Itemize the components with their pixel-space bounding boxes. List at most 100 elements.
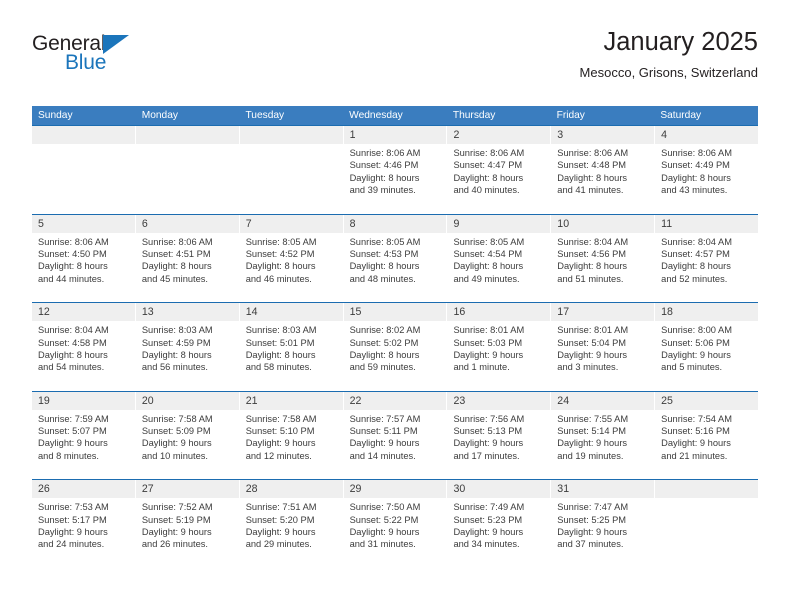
daylight-text-line2: and 56 minutes.	[141, 362, 209, 373]
daylight-text-line2: and 45 minutes.	[141, 273, 209, 284]
weekday-header-sunday: Sunday	[38, 110, 73, 121]
sunset-text: Sunset: 5:17 PM	[38, 514, 107, 525]
day-number: 30	[447, 480, 551, 499]
daylight-text-line2: and 52 minutes.	[661, 273, 728, 284]
page-header: General Blue January 2025 Mesocco, Griso…	[32, 28, 758, 98]
sunset-text: Sunset: 4:46 PM	[349, 160, 419, 171]
day-cell[interactable]: 9 Sunrise: 8:05 AM Sunset: 4:54 PM Daylight…	[447, 214, 552, 303]
day-details: Sunrise: 7:58 AM Sunset: 5:10 PM Daylight:…	[240, 410, 343, 462]
day-details: Sunrise: 8:05 AM Sunset: 4:52 PM Daylight:…	[240, 233, 343, 285]
sunrise-text: Sunrise: 7:59 AM	[38, 413, 109, 424]
day-cell[interactable]	[239, 126, 344, 214]
daylight-text-line1: Daylight: 9 hours	[141, 527, 212, 538]
daylight-text-line1: Daylight: 8 hours	[245, 261, 316, 272]
day-cell[interactable]: 16 Sunrise: 8:01 AM Sunset: 5:03 PM Dayligh…	[447, 303, 552, 391]
day-details: Sunrise: 7:49 AM Sunset: 5:23 PM Daylight:…	[447, 498, 550, 550]
day-cell[interactable]: 20 Sunrise: 7:58 AM Sunset: 5:09 PM Dayligh…	[135, 391, 240, 480]
day-cell[interactable]	[32, 126, 136, 214]
daylight-text-line2: and 41 minutes.	[557, 185, 624, 196]
day-number: 20	[135, 391, 239, 410]
day-cell[interactable]: 30 Sunrise: 7:49 AM Sunset: 5:23 PM Dayligh…	[447, 480, 552, 568]
sunset-text: Sunset: 5:16 PM	[661, 426, 730, 437]
daylight-text-line1: Daylight: 9 hours	[245, 527, 316, 538]
day-cell[interactable]: 19 Sunrise: 7:59 AM Sunset: 5:07 PM Dayligh…	[32, 391, 136, 480]
daylight-text-line2: and 54 minutes.	[38, 362, 105, 373]
sunset-text: Sunset: 5:13 PM	[453, 426, 523, 437]
sunrise-text: Sunrise: 7:50 AM	[349, 502, 421, 513]
sunrise-text: Sunrise: 8:06 AM	[453, 148, 525, 158]
daylight-text-line1: Daylight: 9 hours	[557, 349, 628, 360]
sunset-text: Sunset: 4:51 PM	[141, 248, 211, 259]
daylight-text-line1: Daylight: 9 hours	[38, 527, 108, 538]
daylight-text-line1: Daylight: 9 hours	[453, 438, 524, 449]
day-cell[interactable]: 11 Sunrise: 8:04 AM Sunset: 4:57 PM Dayligh…	[655, 214, 759, 303]
day-cell[interactable]: 7 Sunrise: 8:05 AM Sunset: 4:52 PM Daylight…	[239, 214, 344, 303]
day-details: Sunrise: 7:47 AM Sunset: 5:25 PM Daylight:…	[551, 498, 654, 550]
day-cell[interactable]: 29 Sunrise: 7:50 AM Sunset: 5:22 PM Dayligh…	[343, 480, 448, 568]
day-cell[interactable]: 24 Sunrise: 7:55 AM Sunset: 5:14 PM Dayligh…	[551, 391, 656, 480]
daylight-text-line1: Daylight: 9 hours	[453, 349, 524, 360]
day-cell[interactable]: 27 Sunrise: 7:52 AM Sunset: 5:19 PM Dayligh…	[135, 480, 240, 568]
sunrise-text: Sunrise: 7:53 AM	[38, 502, 109, 513]
day-number: 6	[135, 214, 239, 233]
day-cell[interactable]: 22 Sunrise: 7:57 AM Sunset: 5:11 PM Dayligh…	[343, 391, 448, 480]
day-cell[interactable]	[135, 126, 240, 214]
daylight-text-line1: Daylight: 8 hours	[38, 261, 108, 272]
daylight-text-line2: and 19 minutes.	[557, 450, 624, 461]
day-number: 27	[135, 480, 239, 499]
day-cell[interactable]: 6 Sunrise: 8:06 AM Sunset: 4:51 PM Daylight…	[135, 214, 240, 303]
day-cell[interactable]: 21 Sunrise: 7:58 AM Sunset: 5:10 PM Dayligh…	[239, 391, 344, 480]
day-number	[655, 480, 759, 499]
day-number	[135, 126, 239, 144]
page-subtitle: Mesocco, Grisons, Switzerland	[579, 65, 758, 81]
day-cell[interactable]	[655, 480, 759, 568]
sunset-text: Sunset: 4:50 PM	[38, 248, 107, 259]
day-cell[interactable]: 12 Sunrise: 8:04 AM Sunset: 4:58 PM Dayligh…	[32, 303, 136, 391]
day-cell[interactable]: 4 Sunrise: 8:06 AM Sunset: 4:49 PM Daylight…	[655, 126, 759, 214]
daylight-text-line1: Daylight: 8 hours	[141, 349, 212, 360]
day-cell[interactable]: 1 Sunrise: 8:06 AM Sunset: 4:46 PM Daylight…	[343, 126, 448, 214]
sunrise-text: Sunrise: 7:55 AM	[557, 413, 629, 424]
day-cell[interactable]: 8 Sunrise: 8:05 AM Sunset: 4:53 PM Daylight…	[343, 214, 448, 303]
day-cell[interactable]: 31 Sunrise: 7:47 AM Sunset: 5:25 PM Dayligh…	[551, 480, 656, 568]
daylight-text-line2: and 3 minutes.	[557, 362, 619, 373]
day-cell[interactable]: 17 Sunrise: 8:01 AM Sunset: 5:04 PM Dayligh…	[551, 303, 656, 391]
day-cell[interactable]: 5 Sunrise: 8:06 AM Sunset: 4:50 PM Daylight…	[32, 214, 136, 303]
day-number: 4	[655, 126, 759, 144]
daylight-text-line2: and 31 minutes.	[349, 539, 416, 550]
sunset-text: Sunset: 5:14 PM	[557, 426, 627, 437]
day-cell[interactable]: 18 Sunrise: 8:00 AM Sunset: 5:06 PM Dayligh…	[655, 303, 759, 391]
daylight-text-line1: Daylight: 9 hours	[349, 527, 420, 538]
day-cell[interactable]: 23 Sunrise: 7:56 AM Sunset: 5:13 PM Dayligh…	[447, 391, 552, 480]
day-cell[interactable]: 13 Sunrise: 8:03 AM Sunset: 4:59 PM Dayligh…	[135, 303, 240, 391]
sunrise-text: Sunrise: 7:49 AM	[453, 502, 525, 513]
daylight-text-line2: and 49 minutes.	[453, 273, 520, 284]
day-number: 23	[447, 391, 551, 410]
day-number: 24	[551, 391, 655, 410]
daylight-text-line1: Daylight: 9 hours	[38, 438, 108, 449]
day-cell[interactable]: 14 Sunrise: 8:03 AM Sunset: 5:01 PM Dayligh…	[239, 303, 344, 391]
day-number: 18	[655, 303, 759, 322]
day-cell[interactable]: 28 Sunrise: 7:51 AM Sunset: 5:20 PM Dayligh…	[239, 480, 344, 568]
daylight-text-line2: and 46 minutes.	[245, 273, 312, 284]
sunset-text: Sunset: 4:49 PM	[661, 160, 730, 171]
day-cell[interactable]: 2 Sunrise: 8:06 AM Sunset: 4:47 PM Daylight…	[447, 126, 552, 214]
daylight-text-line1: Daylight: 8 hours	[349, 261, 420, 272]
day-details: Sunrise: 7:53 AM Sunset: 5:17 PM Daylight:…	[32, 498, 135, 550]
sunrise-text: Sunrise: 7:58 AM	[141, 413, 213, 424]
sunset-text: Sunset: 4:59 PM	[141, 337, 211, 348]
day-details: Sunrise: 7:50 AM Sunset: 5:22 PM Daylight:…	[344, 498, 447, 550]
sunset-text: Sunset: 5:22 PM	[349, 514, 419, 525]
day-details: Sunrise: 8:04 AM Sunset: 4:56 PM Daylight:…	[551, 233, 654, 285]
daylight-text-line2: and 17 minutes.	[453, 450, 520, 461]
day-cell[interactable]: 15 Sunrise: 8:02 AM Sunset: 5:02 PM Dayligh…	[343, 303, 448, 391]
day-cell[interactable]: 25 Sunrise: 7:54 AM Sunset: 5:16 PM Dayligh…	[655, 391, 759, 480]
day-number: 31	[551, 480, 655, 499]
sunrise-text: Sunrise: 8:04 AM	[661, 236, 732, 247]
daylight-text-line1: Daylight: 9 hours	[557, 527, 628, 538]
day-number: 5	[32, 214, 135, 233]
day-cell[interactable]: 3 Sunrise: 8:06 AM Sunset: 4:48 PM Daylight…	[551, 126, 656, 214]
day-cell[interactable]: 10 Sunrise: 8:04 AM Sunset: 4:56 PM Dayligh…	[551, 214, 656, 303]
day-details: Sunrise: 7:51 AM Sunset: 5:20 PM Daylight:…	[240, 498, 343, 550]
day-cell[interactable]: 26 Sunrise: 7:53 AM Sunset: 5:17 PM Dayligh…	[32, 480, 136, 568]
